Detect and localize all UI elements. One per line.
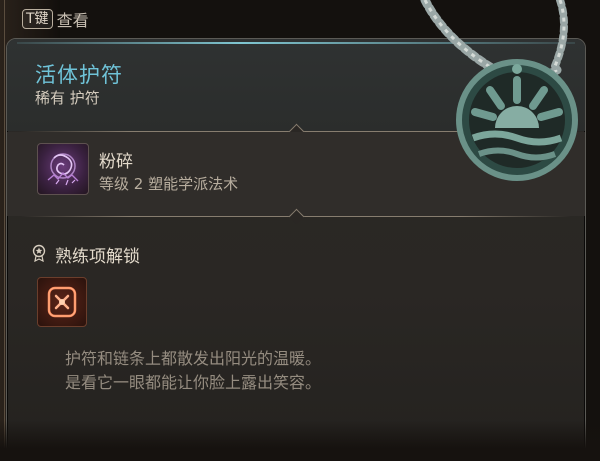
background-frame-edge bbox=[4, 0, 5, 461]
spell-name: 粉碎 bbox=[99, 152, 133, 172]
spell-level-school: 等级 2 塑能学派法术 bbox=[99, 175, 239, 193]
proficiency-unlock-header: 熟练项解锁 bbox=[31, 242, 140, 267]
amulet-item-icon bbox=[395, 0, 600, 220]
weapon-proficiency-icon[interactable] bbox=[37, 277, 87, 327]
inspect-label: 查看 bbox=[56, 11, 89, 30]
item-name: 活体护符 bbox=[35, 63, 123, 87]
flavor-text: 护符和链条上都散发出阳光的温暖。 是看它一眼都能让你脸上露出笑容。 bbox=[65, 347, 565, 395]
background-bottom-fade bbox=[0, 420, 600, 461]
proficiency-unlock-title: 熟练项解锁 bbox=[55, 247, 140, 267]
shatter-spell-icon[interactable] bbox=[37, 143, 89, 195]
flavor-line-1: 护符和链条上都散发出阳光的温暖。 bbox=[65, 349, 322, 368]
item-rarity-type: 稀有 护符 bbox=[35, 89, 100, 107]
badge-star-icon bbox=[31, 244, 47, 266]
inspect-hint[interactable]: T键 查看 bbox=[22, 6, 89, 32]
key-badge: T键 bbox=[22, 9, 53, 29]
flavor-line-2: 是看它一眼都能让你脸上露出笑容。 bbox=[65, 373, 322, 392]
